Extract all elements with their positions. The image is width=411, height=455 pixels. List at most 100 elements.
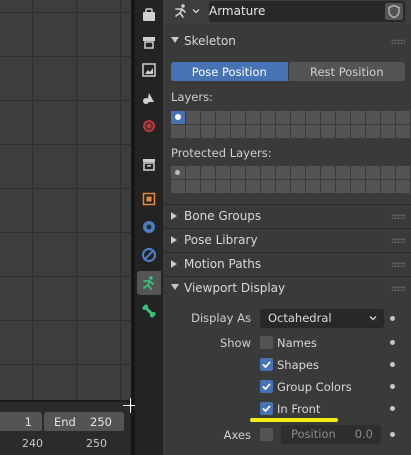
tab-collection[interactable] <box>137 152 161 176</box>
protected-layer-toggle[interactable] <box>171 166 185 179</box>
layer-toggle[interactable] <box>336 125 350 138</box>
timeline-ruler[interactable]: 240 250 <box>0 431 131 455</box>
protected-layer-toggle[interactable] <box>171 180 185 193</box>
start-frame-field[interactable]: 1 <box>0 412 42 432</box>
group-colors-checkbox[interactable] <box>260 380 273 393</box>
protected-layer-toggle[interactable] <box>366 166 380 179</box>
keyframe-dot-icon[interactable] <box>390 316 395 321</box>
protected-layer-toggle[interactable] <box>261 166 275 179</box>
layer-toggle[interactable] <box>216 111 230 124</box>
protected-layer-toggle[interactable] <box>276 180 290 193</box>
layer-toggle[interactable] <box>306 111 320 124</box>
pin-shield-icon[interactable] <box>385 3 403 20</box>
drag-grip-icon[interactable] <box>391 39 405 44</box>
protected-layer-toggle[interactable] <box>306 180 320 193</box>
tab-output[interactable] <box>137 58 161 82</box>
protected-layer-toggle[interactable] <box>291 166 305 179</box>
protected-layer-toggle[interactable] <box>261 180 275 193</box>
drag-grip-icon[interactable] <box>391 238 405 243</box>
protected-layer-toggle[interactable] <box>201 180 215 193</box>
protected-layer-toggle[interactable] <box>186 166 200 179</box>
protected-layer-toggle[interactable] <box>396 180 410 193</box>
layer-toggle[interactable] <box>171 125 185 138</box>
protected-layer-toggle[interactable] <box>321 166 335 179</box>
protected-layer-toggle[interactable] <box>306 166 320 179</box>
protected-layer-toggle[interactable] <box>231 166 245 179</box>
layer-toggle[interactable] <box>276 125 290 138</box>
skeleton-panel-header[interactable]: Skeleton <box>163 31 411 53</box>
protected-layer-toggle[interactable] <box>186 180 200 193</box>
protected-layer-toggle[interactable] <box>336 180 350 193</box>
keyframe-dot-icon[interactable] <box>390 362 395 367</box>
viewport-display-panel-header[interactable]: Viewport Display <box>163 278 411 300</box>
tab-render[interactable] <box>137 30 161 54</box>
protected-layer-toggle[interactable] <box>216 166 230 179</box>
keyframe-dot-icon[interactable] <box>390 384 395 389</box>
layer-toggle[interactable] <box>321 111 335 124</box>
tab-physics[interactable] <box>137 243 161 267</box>
layer-toggle[interactable] <box>276 111 290 124</box>
pose-position-button[interactable]: Pose Position <box>171 62 288 81</box>
layer-toggle[interactable] <box>396 125 410 138</box>
protected-layer-toggle[interactable] <box>381 180 395 193</box>
layer-toggle[interactable] <box>381 125 395 138</box>
layer-toggle[interactable] <box>246 125 260 138</box>
keyframe-dot-icon[interactable] <box>390 340 395 345</box>
tab-armature-data[interactable] <box>137 271 161 295</box>
3d-viewport[interactable] <box>0 0 131 400</box>
layer-toggle[interactable] <box>171 111 185 124</box>
object-name-field[interactable]: Armature <box>209 1 405 22</box>
layer-toggle[interactable] <box>201 125 215 138</box>
layer-toggle[interactable] <box>216 125 230 138</box>
axes-checkbox[interactable] <box>260 428 273 441</box>
layer-toggle[interactable] <box>291 111 305 124</box>
tab-object[interactable] <box>137 187 161 211</box>
protected-layer-toggle[interactable] <box>231 180 245 193</box>
layer-toggle[interactable] <box>351 125 365 138</box>
keyframe-dot-icon[interactable] <box>390 432 395 437</box>
in-front-checkbox[interactable] <box>260 402 273 415</box>
layer-toggle[interactable] <box>381 111 395 124</box>
protected-layer-toggle[interactable] <box>336 166 350 179</box>
object-type-selector[interactable] <box>173 2 201 20</box>
bone-groups-panel-header[interactable]: Bone Groups <box>163 206 411 228</box>
protected-layer-toggle[interactable] <box>291 180 305 193</box>
axes-position-field[interactable]: Position 0.0 <box>281 425 381 444</box>
protected-layer-toggle[interactable] <box>321 180 335 193</box>
protected-layer-toggle[interactable] <box>396 166 410 179</box>
protected-layer-toggle[interactable] <box>246 166 260 179</box>
drag-grip-icon[interactable] <box>391 214 405 219</box>
layer-toggle[interactable] <box>186 111 200 124</box>
pose-library-panel-header[interactable]: Pose Library <box>163 230 411 252</box>
layer-toggle[interactable] <box>231 125 245 138</box>
layer-toggle[interactable] <box>366 111 380 124</box>
layer-toggle[interactable] <box>366 125 380 138</box>
protected-layer-toggle[interactable] <box>276 166 290 179</box>
tab-world[interactable] <box>137 114 161 138</box>
motion-paths-panel-header[interactable]: Motion Paths <box>163 254 411 276</box>
layer-toggle[interactable] <box>261 111 275 124</box>
layer-toggle[interactable] <box>186 125 200 138</box>
shapes-checkbox[interactable] <box>260 358 273 371</box>
tab-bone[interactable] <box>137 299 161 323</box>
protected-layer-toggle[interactable] <box>366 180 380 193</box>
tab-scene[interactable] <box>137 86 161 110</box>
tab-constraints[interactable] <box>137 215 161 239</box>
layer-toggle[interactable] <box>336 111 350 124</box>
layer-toggle[interactable] <box>351 111 365 124</box>
layer-toggle[interactable] <box>321 125 335 138</box>
protected-layer-toggle[interactable] <box>351 166 365 179</box>
protected-layer-toggle[interactable] <box>246 180 260 193</box>
display-as-dropdown[interactable]: Octahedral <box>260 309 384 328</box>
drag-grip-icon[interactable] <box>391 286 405 291</box>
layer-toggle[interactable] <box>261 125 275 138</box>
end-frame-field[interactable]: End 250 <box>44 412 124 432</box>
layer-toggle[interactable] <box>306 125 320 138</box>
drag-grip-icon[interactable] <box>391 262 405 267</box>
protected-layer-toggle[interactable] <box>216 180 230 193</box>
protected-layer-toggle[interactable] <box>351 180 365 193</box>
layer-toggle[interactable] <box>201 111 215 124</box>
layer-toggle[interactable] <box>396 111 410 124</box>
tab-tool[interactable] <box>137 3 161 27</box>
keyframe-dot-icon[interactable] <box>390 406 395 411</box>
